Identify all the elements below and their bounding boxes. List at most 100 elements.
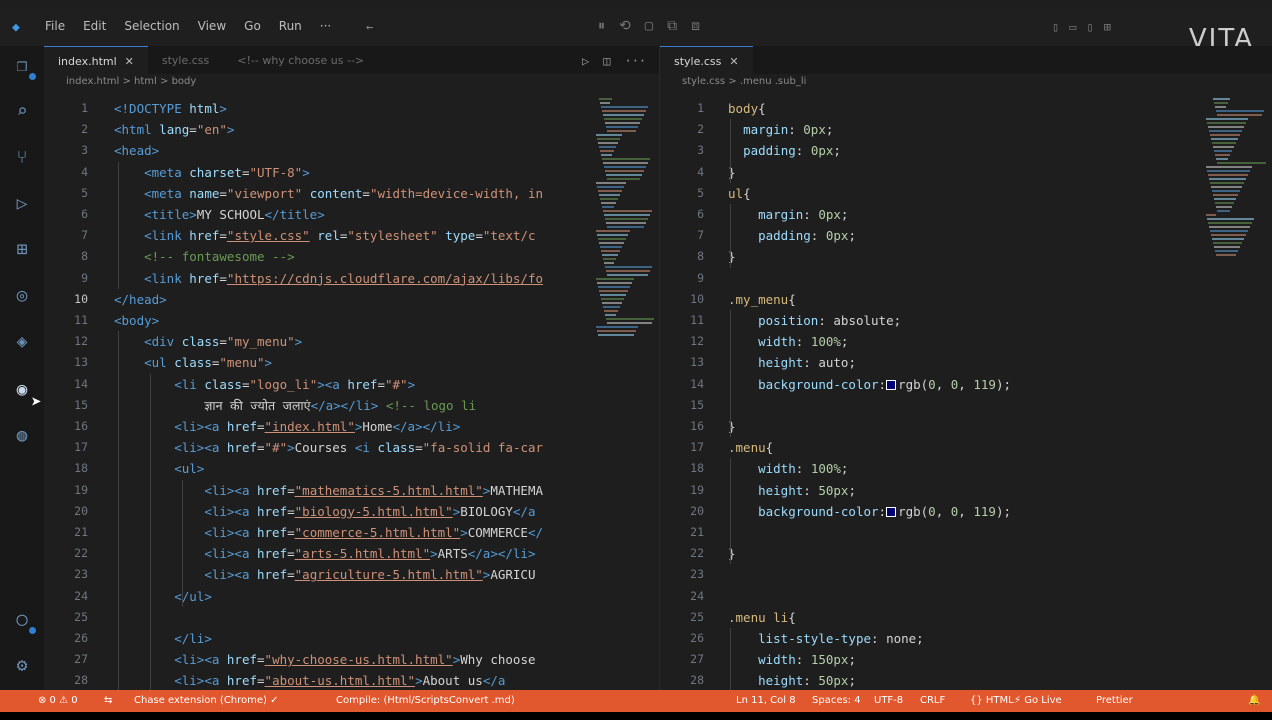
status-item-left-1[interactable]: ⇆ [104, 695, 112, 706]
stop-icon[interactable]: ▢ [645, 18, 653, 34]
layout-icon[interactable]: ⧉ [667, 18, 677, 34]
code-line[interactable]: 28 height: 50px; [660, 670, 1272, 690]
code-line[interactable]: 15 ज्ञान की ज्योत जलाएं</a></li> <!-- lo… [44, 395, 659, 416]
status-item-right-2[interactable]: UTF-8 [874, 695, 903, 706]
status-item-right-6[interactable]: Prettier [1096, 695, 1133, 706]
code-line[interactable]: 23 [660, 564, 1272, 585]
code-line[interactable]: 8} [660, 246, 1272, 267]
run-debug-icon[interactable]: ▷ [10, 192, 34, 216]
code-line[interactable]: 22 <li><a href="arts-5.html.html">ARTS</… [44, 543, 659, 564]
code-line[interactable]: 11 position: absolute; [660, 310, 1272, 331]
code-line[interactable]: 8 <!-- fontawesome --> [44, 246, 659, 267]
close-icon[interactable]: ✕ [729, 55, 738, 68]
code-line[interactable]: 3 <head> [44, 140, 659, 161]
remote-explorer-icon[interactable]: ◎ [10, 284, 34, 308]
status-item-left-2[interactable]: Chase extension (Chrome) ✓ [134, 695, 279, 706]
status-item-right-4[interactable]: {} HTML [970, 695, 1014, 706]
code-line[interactable]: 23 <li><a href="agriculture-5.html.html"… [44, 564, 659, 585]
code-line[interactable]: 26 </li> [44, 628, 659, 649]
code-line[interactable]: 4 <meta charset="UTF-8"> [44, 162, 659, 183]
code-line[interactable]: 16} [660, 416, 1272, 437]
split-editor-icon[interactable]: ◫ [603, 54, 610, 68]
code-line[interactable]: 1 body{ [660, 98, 1272, 119]
code-line[interactable]: 18 width: 100%; [660, 458, 1272, 479]
code-line[interactable]: 2 margin: 0px; [660, 119, 1272, 140]
code-line[interactable]: 5 ul{ [660, 183, 1272, 204]
code-line[interactable]: 21 [660, 522, 1272, 543]
minimap-right[interactable] [1206, 98, 1266, 618]
run-file-icon[interactable]: ▷ [582, 54, 589, 68]
code-line[interactable]: 26 list-style-type: none; [660, 628, 1272, 649]
status-item-left-0[interactable]: ⊗ 0 ⚠ 0 [38, 695, 78, 706]
status-item-right-5[interactable]: ⚡ Go Live [1014, 695, 1062, 706]
status-item-left-3[interactable]: Compile: (Html/ScriptsConvert .md) [336, 695, 515, 706]
code-line[interactable]: 27 <li><a href="why-choose-us.html.html"… [44, 649, 659, 670]
tab-right-0[interactable]: style.css ✕ [660, 46, 753, 74]
code-line[interactable]: 4} [660, 162, 1272, 183]
source-control-icon[interactable]: ⑂ [10, 146, 34, 170]
code-line[interactable]: 27 width: 150px; [660, 649, 1272, 670]
back-arrow-icon[interactable]: ← [366, 20, 373, 34]
code-line[interactable]: 16 <li><a href="index.html">Home</a></li… [44, 416, 659, 437]
minimap-left[interactable] [596, 98, 654, 618]
code-line[interactable]: 9 <link href="https://cdnjs.cloudflare.c… [44, 268, 659, 289]
code-line[interactable]: 20 <li><a href="biology-5.html.html">BIO… [44, 501, 659, 522]
code-line[interactable]: 18 <ul> [44, 458, 659, 479]
code-line[interactable]: 7 <link href="style.css" rel="stylesheet… [44, 225, 659, 246]
code-line[interactable]: 9 [660, 268, 1272, 289]
pause-icon[interactable]: ⏸ [598, 18, 605, 34]
code-line[interactable]: 11 <body> [44, 310, 659, 331]
more-actions-icon[interactable]: ··· [624, 54, 646, 68]
code-line[interactable]: 14 background-color: rgb(0, 0, 119); [660, 374, 1272, 395]
notifications-icon[interactable]: 🔔 [1248, 695, 1260, 706]
code-line[interactable]: 6 <title>MY SCHOOL</title> [44, 204, 659, 225]
split-icon[interactable]: ⧈ [691, 18, 700, 34]
search-icon[interactable]: ⌕ [10, 100, 34, 124]
menu-item-4[interactable]: Go [235, 19, 270, 33]
code-line[interactable]: 6 margin: 0px; [660, 204, 1272, 225]
code-line[interactable]: 12 <div class="my_menu"> [44, 331, 659, 352]
menu-item-5[interactable]: Run [270, 19, 311, 33]
code-line[interactable]: 13 height: auto; [660, 352, 1272, 373]
code-line[interactable]: 21 <li><a href="commerce-5.html.html">CO… [44, 522, 659, 543]
toggle-panel-icon[interactable]: ▭ [1069, 20, 1076, 34]
files-icon[interactable]: ❐ [10, 54, 36, 80]
code-line[interactable]: 19 height: 50px; [660, 480, 1272, 501]
tab-left-2[interactable]: <!-- why choose us --> [223, 46, 378, 74]
github-icon[interactable]: ◍ [10, 424, 34, 448]
code-line[interactable]: 10 </head> [44, 289, 659, 310]
code-line[interactable]: 12 width: 100%; [660, 331, 1272, 352]
code-line[interactable]: 2 <html lang="en"> [44, 119, 659, 140]
toggle-sidebar-icon[interactable]: ▯ [1052, 20, 1059, 34]
code-line[interactable]: 24 </ul> [44, 586, 659, 607]
breadcrumb[interactable]: style.css > .menu .sub_li [660, 76, 1272, 96]
code-line[interactable]: 17 <li><a href="#">Courses <i class="fa-… [44, 437, 659, 458]
extensions-icon[interactable]: ⊞ [10, 238, 34, 262]
menu-item-2[interactable]: Selection [115, 19, 188, 33]
tab-left-0[interactable]: index.html ✕ [44, 46, 148, 74]
customize-layout-icon[interactable]: ⊞ [1104, 20, 1111, 34]
code-line[interactable]: 13 <ul class="menu"> [44, 352, 659, 373]
menu-item-6[interactable]: ··· [311, 19, 340, 33]
code-line[interactable]: 25 .menu li{ [660, 607, 1272, 628]
code-line[interactable]: 15 [660, 395, 1272, 416]
menu-item-3[interactable]: View [189, 19, 235, 33]
restart-icon[interactable]: ⟲ [619, 18, 631, 34]
status-item-right-3[interactable]: CRLF [920, 695, 945, 706]
account-icon[interactable]: ◯ [10, 608, 36, 634]
gear-icon[interactable]: ⚙ [10, 654, 34, 678]
code-line[interactable]: 14 <li class="logo_li"><a href="#"> [44, 374, 659, 395]
code-line[interactable]: 3 padding: 0px; [660, 140, 1272, 161]
breadcrumb[interactable]: index.html > html > body [44, 76, 659, 96]
menu-item-0[interactable]: File [36, 19, 74, 33]
status-item-right-0[interactable]: Ln 11, Col 8 [736, 695, 796, 706]
tab-left-1[interactable]: style.css [148, 46, 223, 74]
code-line[interactable]: 7 padding: 0px; [660, 225, 1272, 246]
menu-item-1[interactable]: Edit [74, 19, 115, 33]
code-line[interactable]: 22} [660, 543, 1272, 564]
code-line[interactable]: 5 <meta name="viewport" content="width=d… [44, 183, 659, 204]
status-item-right-1[interactable]: Spaces: 4 [812, 695, 861, 706]
code-line[interactable]: 20 background-color: rgb(0, 0, 119); [660, 501, 1272, 522]
toggle-secondary-icon[interactable]: ▯ [1086, 20, 1093, 34]
code-line[interactable]: 10 .my_menu{ [660, 289, 1272, 310]
